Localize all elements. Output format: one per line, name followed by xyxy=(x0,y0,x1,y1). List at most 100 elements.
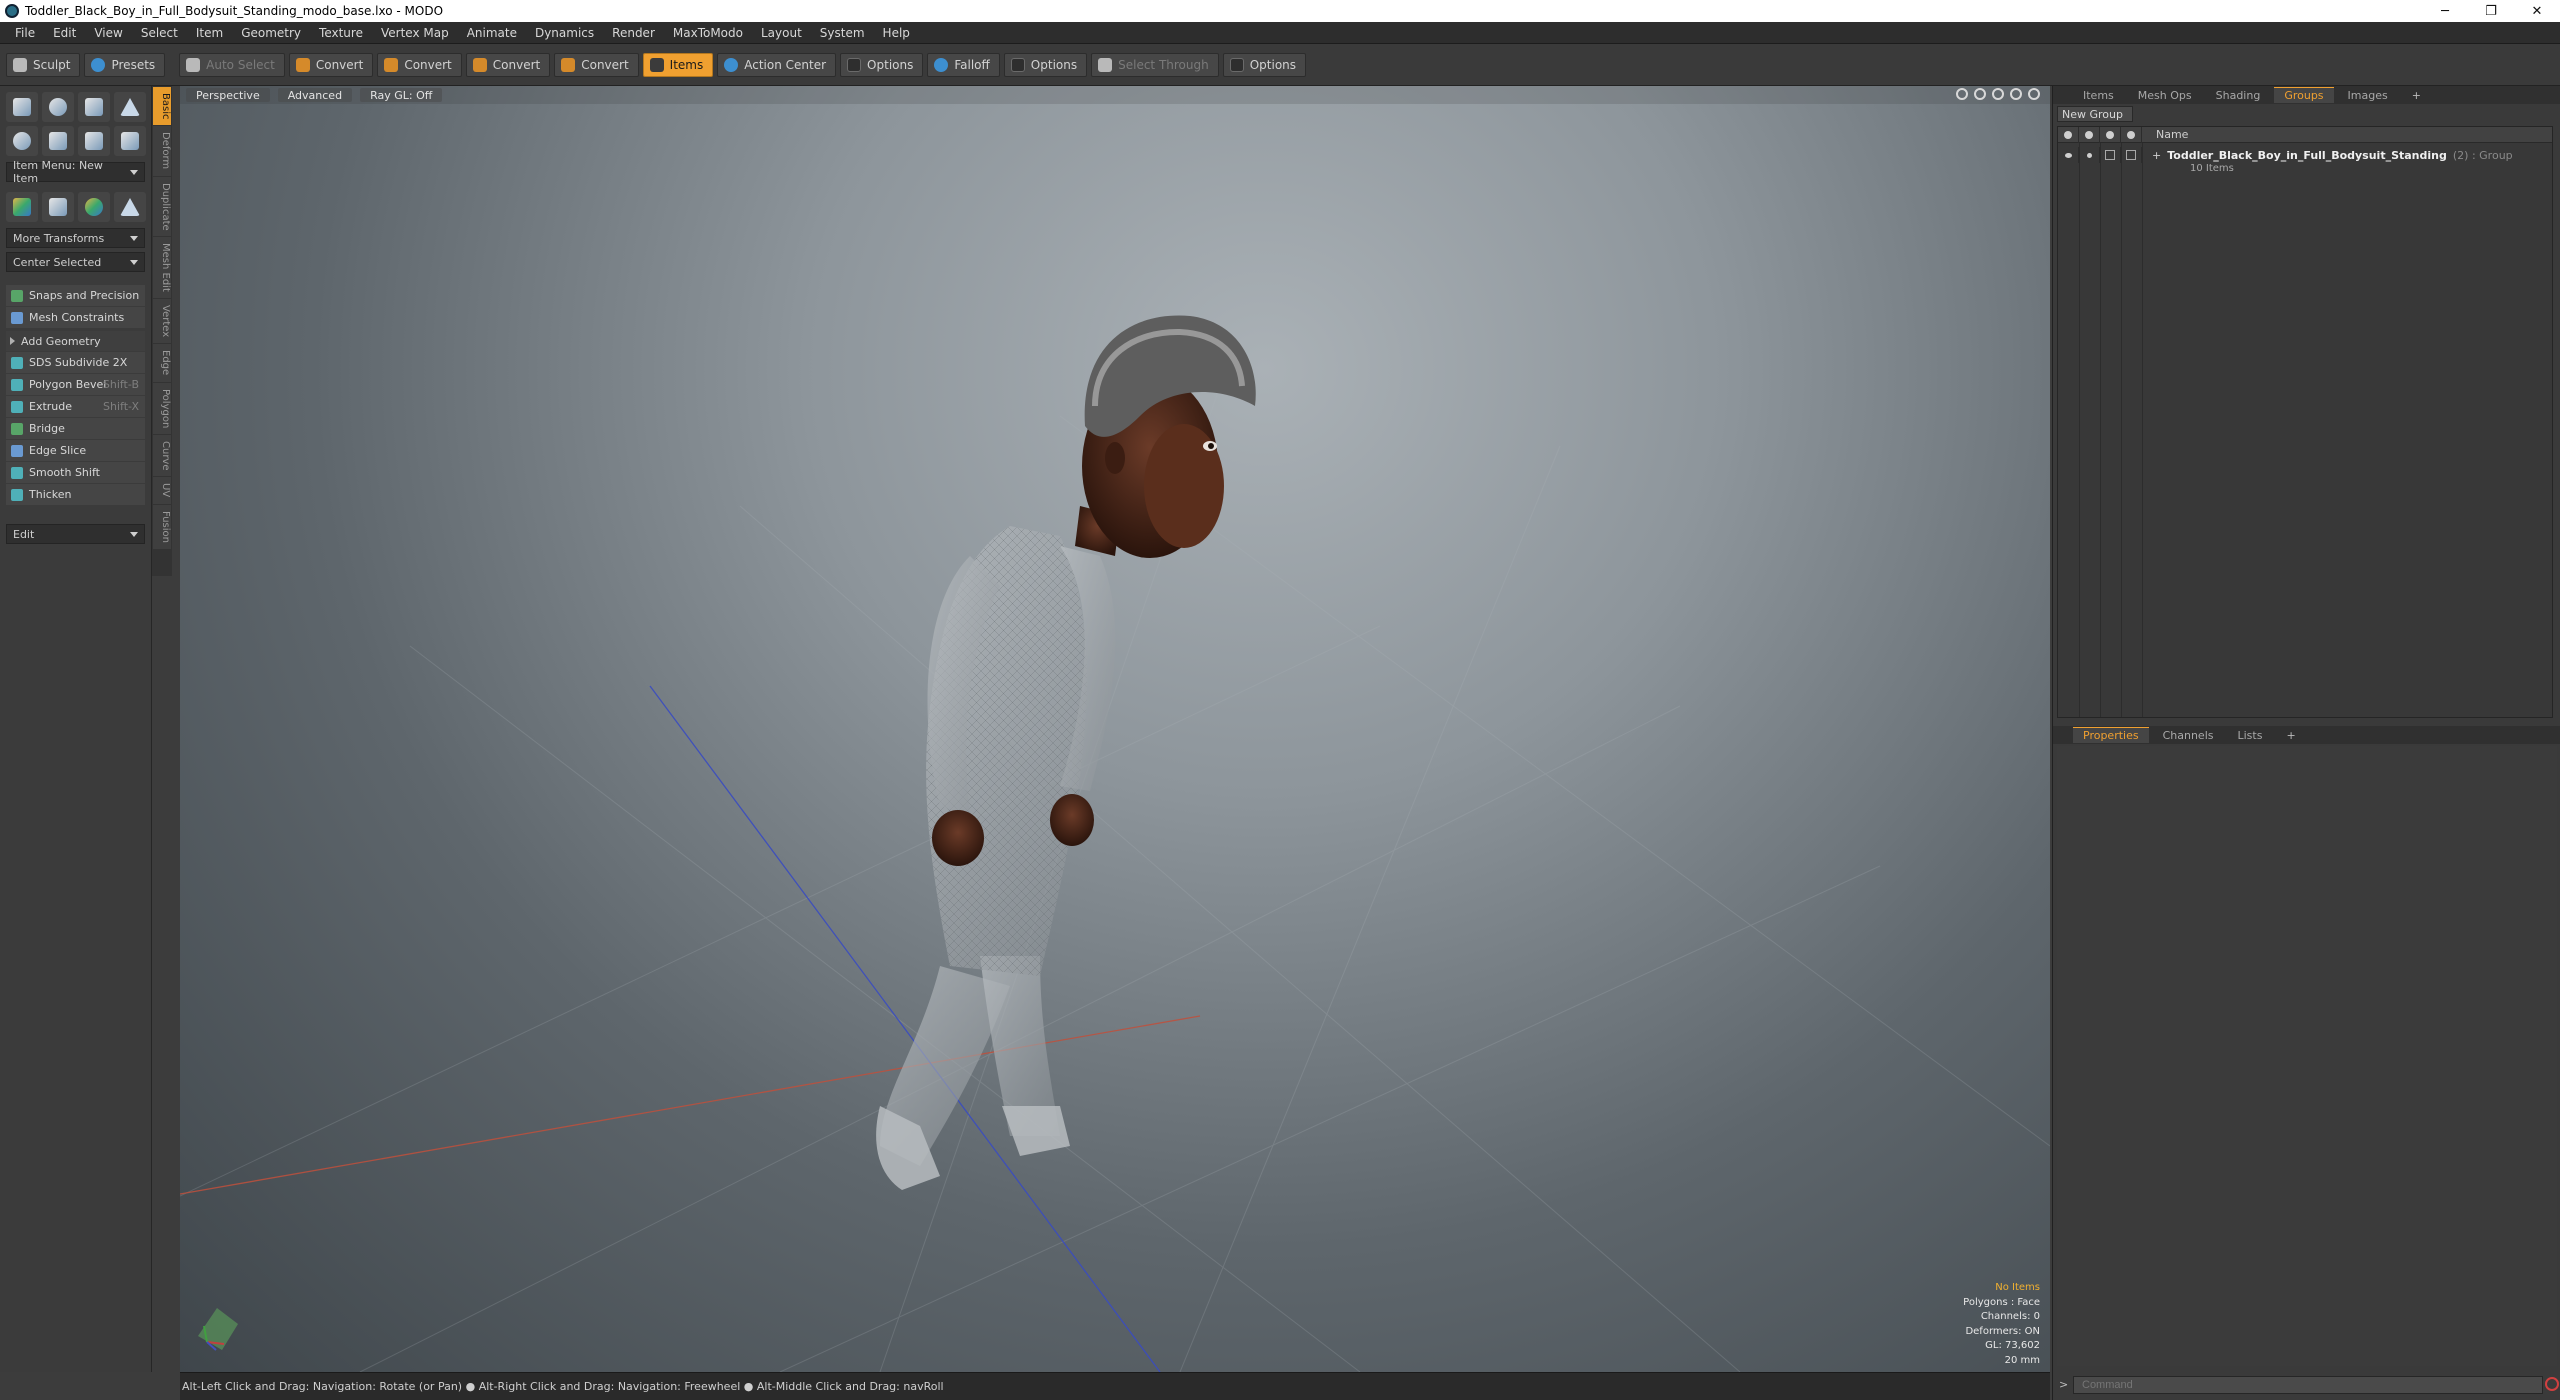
move-tool[interactable] xyxy=(6,192,38,222)
command-history-icon[interactable] xyxy=(2545,1377,2559,1391)
cylinder-tool[interactable] xyxy=(78,92,110,122)
tab-lists[interactable]: Lists xyxy=(2228,727,2273,743)
vtab-curve[interactable]: Curve xyxy=(153,434,171,477)
item-menu-dropdown[interactable]: Item Menu: New Item xyxy=(6,159,145,185)
tab-groups[interactable]: Groups xyxy=(2274,87,2334,103)
group-row[interactable]: + Toddler_Black_Boy_in_Full_Bodysuit_Sta… xyxy=(2058,147,2552,163)
menu-select[interactable]: Select xyxy=(132,26,187,40)
lock-column-header[interactable] xyxy=(2100,126,2121,143)
tool-thicken[interactable]: Thicken xyxy=(6,484,145,505)
action-center-options-button[interactable]: Options xyxy=(840,52,924,77)
tab-channels[interactable]: Channels xyxy=(2153,727,2224,743)
vtab-uv[interactable]: UV xyxy=(153,477,171,504)
snaps-precision-button[interactable]: Snaps and Precision xyxy=(6,285,145,306)
more-transforms-dropdown[interactable]: More Transforms xyxy=(6,228,145,248)
presets-button[interactable]: Presets xyxy=(84,52,166,77)
lock-toggle[interactable] xyxy=(2100,147,2121,163)
select-toggle[interactable] xyxy=(2121,147,2142,163)
visibility-toggle[interactable] xyxy=(2058,147,2079,163)
vtab-edge[interactable]: Edge xyxy=(153,344,171,382)
falloff-options-button[interactable]: Options xyxy=(1003,52,1088,77)
world-tool[interactable] xyxy=(78,192,110,222)
vtab-duplicate[interactable]: Duplicate xyxy=(153,176,171,237)
tool-edge-slice[interactable]: Edge Slice xyxy=(6,440,145,461)
auto-select-button[interactable]: Auto Select xyxy=(179,52,285,77)
render-toggle[interactable] xyxy=(2079,147,2100,163)
menu-vertex-map[interactable]: Vertex Map xyxy=(372,26,458,40)
pan-icon[interactable] xyxy=(1956,88,1968,100)
menu-dynamics[interactable]: Dynamics xyxy=(526,26,603,40)
pen-tool[interactable] xyxy=(78,126,110,156)
tab-mesh-ops[interactable]: Mesh Ops xyxy=(2128,87,2202,103)
tool-smooth-shift[interactable]: Smooth Shift xyxy=(6,462,145,483)
minimize-button[interactable]: ─ xyxy=(2422,0,2468,22)
close-button[interactable]: ✕ xyxy=(2514,0,2560,22)
tab-shading[interactable]: Shading xyxy=(2206,87,2271,103)
visibility-column-header[interactable] xyxy=(2058,126,2079,143)
tab-properties[interactable]: Properties xyxy=(2073,727,2149,743)
3d-viewport[interactable]: Perspective Advanced Ray GL: Off No Item… xyxy=(180,86,2050,1372)
tab-images[interactable]: Images xyxy=(2338,87,2398,103)
cone-tool[interactable] xyxy=(114,92,146,122)
edit-dropdown[interactable]: Edit xyxy=(6,524,145,544)
add-geometry-section[interactable]: Add Geometry xyxy=(6,331,145,351)
convert-edges-button[interactable]: Convert xyxy=(377,52,462,77)
capsule-tool[interactable] xyxy=(42,126,74,156)
select-through-button[interactable]: Select Through xyxy=(1091,52,1219,77)
command-input[interactable] xyxy=(2073,1376,2543,1394)
sphere-tool[interactable] xyxy=(42,92,74,122)
vtab-fusion[interactable]: Fusion xyxy=(153,504,171,549)
falloff-button[interactable]: Falloff xyxy=(927,52,1000,77)
new-group-button[interactable]: New Group xyxy=(2057,106,2133,122)
menu-file[interactable]: File xyxy=(6,26,44,40)
menu-edit[interactable]: Edit xyxy=(44,26,85,40)
sculpt-button[interactable]: Sculpt xyxy=(6,52,81,77)
items-mode-button[interactable]: Items xyxy=(642,52,714,77)
rotate-icon[interactable] xyxy=(1974,88,1986,100)
scale-tool[interactable] xyxy=(114,192,146,222)
tool-extrude[interactable]: Extrude Shift-X xyxy=(6,396,145,417)
maximize-button[interactable]: ❐ xyxy=(2468,0,2514,22)
tool-polygon-bevel[interactable]: Polygon Bevel Shift-B xyxy=(6,374,145,395)
action-center-button[interactable]: Action Center xyxy=(717,52,837,77)
menu-item[interactable]: Item xyxy=(187,26,232,40)
torus-tool[interactable] xyxy=(6,126,38,156)
grid-tool[interactable] xyxy=(42,192,74,222)
vtab-basic[interactable]: Basic xyxy=(153,87,171,126)
text-tool[interactable] xyxy=(114,126,146,156)
add-tab-button[interactable]: + xyxy=(2276,727,2305,743)
menu-texture[interactable]: Texture xyxy=(310,26,372,40)
cube-tool[interactable] xyxy=(6,92,38,122)
menu-render[interactable]: Render xyxy=(603,26,664,40)
render-column-header[interactable] xyxy=(2079,126,2100,143)
tab-items[interactable]: Items xyxy=(2073,87,2124,103)
tool-sds-subdivide[interactable]: SDS Subdivide 2X xyxy=(6,352,145,373)
convert-materials-button[interactable]: Convert xyxy=(554,52,639,77)
paint-icon[interactable] xyxy=(2010,88,2022,100)
advanced-shading-button[interactable]: Advanced xyxy=(277,88,353,102)
ray-gl-button[interactable]: Ray GL: Off xyxy=(360,88,443,102)
menu-layout[interactable]: Layout xyxy=(752,26,811,40)
vtab-vertex[interactable]: Vertex xyxy=(153,299,171,344)
expand-icon[interactable]: + xyxy=(2142,149,2161,162)
add-tab-button[interactable]: + xyxy=(2402,87,2431,103)
perspective-view-button[interactable]: Perspective xyxy=(186,88,270,102)
mesh-constraints-button[interactable]: Mesh Constraints xyxy=(6,307,145,328)
menu-view[interactable]: View xyxy=(85,26,131,40)
menu-maxtomodo[interactable]: MaxToModo xyxy=(664,26,752,40)
vtab-mesh-edit[interactable]: Mesh Edit xyxy=(153,237,171,299)
menu-help[interactable]: Help xyxy=(874,26,919,40)
gear-icon[interactable] xyxy=(2028,88,2040,100)
vtab-deform[interactable]: Deform xyxy=(153,126,171,176)
convert-vertices-button[interactable]: Convert xyxy=(288,52,374,77)
convert-polygons-button[interactable]: Convert xyxy=(465,52,551,77)
select-column-header[interactable] xyxy=(2121,126,2142,143)
zoom-icon[interactable] xyxy=(1992,88,2004,100)
menu-animate[interactable]: Animate xyxy=(458,26,526,40)
menu-geometry[interactable]: Geometry xyxy=(232,26,310,40)
center-selected-dropdown[interactable]: Center Selected xyxy=(6,252,145,272)
name-column-header[interactable]: Name xyxy=(2142,128,2188,141)
menu-system[interactable]: System xyxy=(811,26,874,40)
select-through-options-button[interactable]: Options xyxy=(1222,52,1307,77)
vtab-polygon[interactable]: Polygon xyxy=(153,382,171,434)
